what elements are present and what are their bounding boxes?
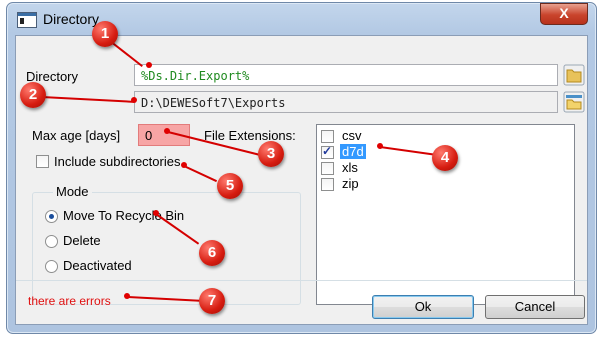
error-message: there are errors bbox=[28, 294, 111, 308]
annotation-dot-1 bbox=[146, 62, 152, 68]
mode-label-deactivated: Deactivated bbox=[63, 258, 132, 273]
cancel-button[interactable]: Cancel bbox=[485, 295, 585, 319]
resolved-path-field: D:\DEWESoft7\Exports bbox=[134, 91, 558, 113]
annotation-badge-1: 1 bbox=[92, 21, 118, 47]
ok-button[interactable]: Ok bbox=[372, 295, 474, 319]
extension-label-zip: zip bbox=[342, 176, 359, 191]
annotation-badge-2: 2 bbox=[20, 82, 46, 108]
extension-checkbox-zip[interactable] bbox=[321, 178, 334, 191]
footer-separator bbox=[16, 280, 587, 281]
mode-radio-recycle-bin[interactable] bbox=[45, 210, 58, 223]
extension-label-csv: csv bbox=[342, 128, 362, 143]
directory-dialog: Directory X Directory %Ds.Dir.Export% D:… bbox=[6, 2, 597, 334]
mode-group-title: Mode bbox=[53, 184, 92, 199]
annotation-badge-7: 7 bbox=[199, 288, 225, 314]
dialog-client-area: Directory %Ds.Dir.Export% D:\DEWESoft7\E… bbox=[15, 35, 588, 325]
extension-label-xls: xls bbox=[342, 160, 358, 175]
include-subdirectories-box[interactable] bbox=[36, 155, 49, 168]
annotation-badge-5: 5 bbox=[217, 173, 243, 199]
extension-label-d7d: d7d bbox=[340, 144, 366, 159]
browse-folder-button[interactable] bbox=[563, 64, 585, 86]
window-title: Directory bbox=[43, 11, 100, 27]
include-subdirectories-label: Include subdirectories bbox=[54, 154, 181, 169]
close-button[interactable]: X bbox=[540, 3, 588, 25]
annotation-dot-3 bbox=[164, 128, 170, 134]
folder-icon bbox=[563, 64, 585, 86]
annotation-dot-6 bbox=[153, 210, 159, 216]
annotation-dot-4 bbox=[377, 143, 383, 149]
annotation-badge-3: 3 bbox=[258, 141, 284, 167]
mode-radio-delete[interactable] bbox=[45, 235, 58, 248]
max-age-label: Max age [days] bbox=[32, 128, 121, 143]
directory-input[interactable]: %Ds.Dir.Export% bbox=[134, 64, 558, 86]
extension-checkbox-d7d[interactable] bbox=[321, 144, 334, 159]
open-folder-button[interactable] bbox=[563, 91, 585, 113]
annotation-dot-2 bbox=[131, 97, 137, 103]
mode-label-delete: Delete bbox=[63, 233, 101, 248]
annotation-badge-6: 6 bbox=[199, 240, 225, 266]
open-folder-icon bbox=[563, 91, 585, 113]
annotation-badge-4: 4 bbox=[432, 145, 458, 171]
annotation-dot-7 bbox=[124, 293, 130, 299]
extension-checkbox-csv[interactable] bbox=[321, 130, 334, 143]
mode-group: Mode Move To Recycle Bin Delete Deactiva… bbox=[32, 184, 301, 305]
extension-checkbox-xls[interactable] bbox=[321, 162, 334, 175]
annotation-dot-5 bbox=[181, 162, 187, 168]
app-window-icon bbox=[17, 12, 37, 28]
file-extensions-label: File Extensions: bbox=[204, 128, 296, 143]
mode-radio-deactivated[interactable] bbox=[45, 260, 58, 273]
